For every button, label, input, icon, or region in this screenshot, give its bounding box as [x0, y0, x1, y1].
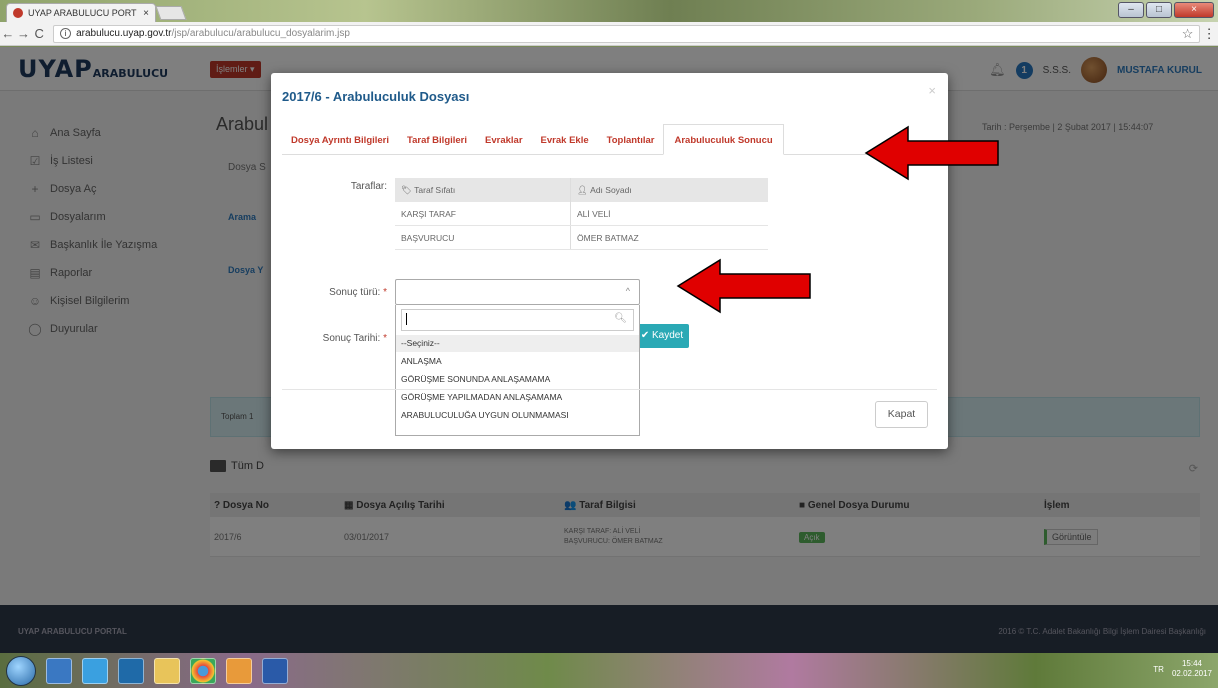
- new-tab-button[interactable]: [155, 6, 187, 20]
- app-icon[interactable]: [46, 658, 72, 684]
- search-icon: 🔍︎: [614, 313, 627, 324]
- kapat-button[interactable]: Kapat: [875, 401, 928, 428]
- option-uygun-olunmamasi[interactable]: ARABULUCULUĞA UYGUN OLUNMAMASI: [396, 407, 639, 424]
- modal-title: 2017/6 - Arabuluculuk Dosyası: [282, 89, 470, 104]
- bookmark-star-icon[interactable]: ☆: [1182, 26, 1194, 42]
- reload-icon[interactable]: C: [31, 26, 47, 41]
- folder-icon[interactable]: [154, 658, 180, 684]
- browser-menu-icon[interactable]: ⋮: [1200, 26, 1218, 42]
- arrow-left-icon: [864, 125, 999, 181]
- language-indicator[interactable]: TR: [1153, 665, 1164, 674]
- tab-evraklar[interactable]: Evraklar: [476, 135, 532, 154]
- clock[interactable]: 15:44 02.02.2017: [1172, 659, 1212, 679]
- info-icon[interactable]: i: [60, 28, 72, 39]
- arabuluculuk-modal: 2017/6 - Arabuluculuk Dosyası × Dosya Ay…: [271, 73, 948, 449]
- modal-tabs: Dosya Ayrıntı Bilgileri Taraf Bilgileri …: [282, 124, 937, 155]
- taraflar-label: Taraflar:: [350, 181, 387, 192]
- tab-taraf-bilgileri[interactable]: Taraf Bilgileri: [398, 135, 476, 154]
- dropdown-search-input[interactable]: 🔍︎: [401, 309, 634, 331]
- windows-taskbar: TR 15:44 02.02.2017: [0, 653, 1218, 688]
- modal-close-icon[interactable]: ×: [928, 83, 936, 98]
- ie-icon[interactable]: [82, 658, 108, 684]
- tab-close-icon[interactable]: ×: [143, 8, 149, 19]
- favicon-icon: [13, 8, 23, 18]
- tab-title: UYAP ARABULUCU PORT: [28, 8, 137, 18]
- address-bar: ← → C i arabulucu.uyap.gov.tr /jsp/arabu…: [0, 22, 1218, 46]
- user-icon: 👤︎: [577, 184, 591, 195]
- window-close-button[interactable]: ×: [1174, 2, 1214, 18]
- kaydet-button[interactable]: ✔ Kaydet: [635, 324, 689, 348]
- parties-table: 🏷︎ Taraf Sıfatı 👤︎ Adı Soyadı KARŞI TARA…: [395, 178, 768, 250]
- tab-toplantilar[interactable]: Toplantılar: [598, 135, 664, 154]
- word-icon[interactable]: [262, 658, 288, 684]
- system-tray: TR 15:44 02.02.2017: [1153, 659, 1212, 679]
- tab-arabuluculuk-sonucu[interactable]: Arabuluculuk Sonucu: [663, 124, 784, 155]
- chevron-up-icon: ^: [625, 286, 630, 296]
- arrow-left-icon: [676, 258, 811, 314]
- option-seciniz[interactable]: --Seçiniz--: [396, 335, 639, 352]
- option-anlasma[interactable]: ANLAŞMA: [396, 353, 639, 370]
- modal-divider: [282, 389, 937, 390]
- maximize-button[interactable]: □: [1146, 2, 1172, 18]
- tab-dosya-ayrinti[interactable]: Dosya Ayrıntı Bilgileri: [282, 135, 398, 154]
- back-icon[interactable]: ←: [0, 26, 16, 41]
- table-row: BAŞVURUCU ÖMER BATMAZ: [395, 226, 768, 250]
- tab-evrak-ekle[interactable]: Evrak Ekle: [532, 135, 598, 154]
- chrome-icon[interactable]: [190, 658, 216, 684]
- browser-titlebar: UYAP ARABULUCU PORT × – □ ×: [0, 0, 1218, 22]
- app-icon[interactable]: [118, 658, 144, 684]
- tag-icon: 🏷︎: [401, 184, 415, 195]
- table-row: KARŞI TARAF ALİ VELİ: [395, 202, 768, 226]
- sonuc-turu-label: Sonuç türü: *: [329, 287, 387, 298]
- url-path: /jsp/arabulucu/arabulucu_dosyalarim.jsp: [171, 28, 350, 39]
- app-icon[interactable]: [226, 658, 252, 684]
- option-gorusme-yapilmadan[interactable]: GÖRÜŞME YAPILMADAN ANLAŞAMAMA: [396, 389, 639, 406]
- parties-header: 🏷︎ Taraf Sıfatı 👤︎ Adı Soyadı: [395, 178, 768, 202]
- minimize-button[interactable]: –: [1118, 2, 1144, 18]
- sonuc-turu-dropdown: 🔍︎ --Seçiniz-- ANLAŞMA GÖRÜŞME SONUNDA A…: [395, 305, 640, 436]
- option-gorusme-sonunda[interactable]: GÖRÜŞME SONUNDA ANLAŞAMAMA: [396, 371, 639, 388]
- url-host: arabulucu.uyap.gov.tr: [76, 28, 172, 39]
- browser-tab[interactable]: UYAP ARABULUCU PORT ×: [6, 3, 156, 22]
- forward-icon[interactable]: →: [16, 26, 32, 41]
- sonuc-turu-select[interactable]: ^: [395, 279, 640, 305]
- sonuc-tarihi-label: Sonuç Tarihi: *: [322, 333, 387, 344]
- start-button[interactable]: [6, 656, 36, 686]
- url-input[interactable]: i arabulucu.uyap.gov.tr /jsp/arabulucu/a…: [53, 24, 1201, 43]
